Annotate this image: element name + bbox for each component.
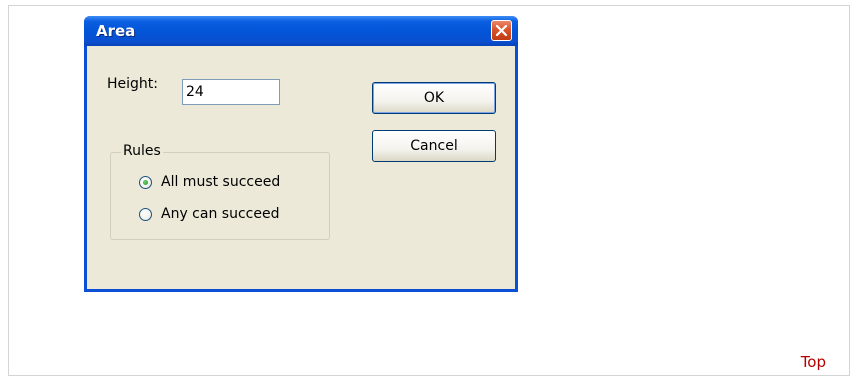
- top-link[interactable]: Top: [801, 353, 826, 371]
- close-icon: [495, 24, 508, 37]
- height-label: Height:: [107, 76, 158, 92]
- cancel-button[interactable]: Cancel: [372, 130, 496, 162]
- radio-all-must-succeed[interactable]: All must succeed: [139, 174, 280, 190]
- dialog-title: Area: [96, 22, 136, 40]
- radio-label-any-can-succeed: Any can succeed: [161, 206, 280, 222]
- close-button[interactable]: [491, 20, 512, 41]
- radio-label-all-must-succeed: All must succeed: [161, 174, 281, 190]
- height-input[interactable]: [182, 79, 280, 105]
- rules-groupbox: Rules All must succeed Any can succeed: [110, 143, 330, 240]
- radio-any-can-succeed[interactable]: Any can succeed: [139, 206, 279, 222]
- area-dialog: Area Height: OK Cancel Rules All must su…: [84, 16, 518, 292]
- rules-legend: Rules: [121, 143, 163, 159]
- radio-button-selected[interactable]: [139, 175, 152, 189]
- dialog-titlebar[interactable]: Area: [84, 16, 518, 46]
- radio-button-unselected[interactable]: [139, 207, 152, 221]
- ok-button[interactable]: OK: [372, 82, 496, 114]
